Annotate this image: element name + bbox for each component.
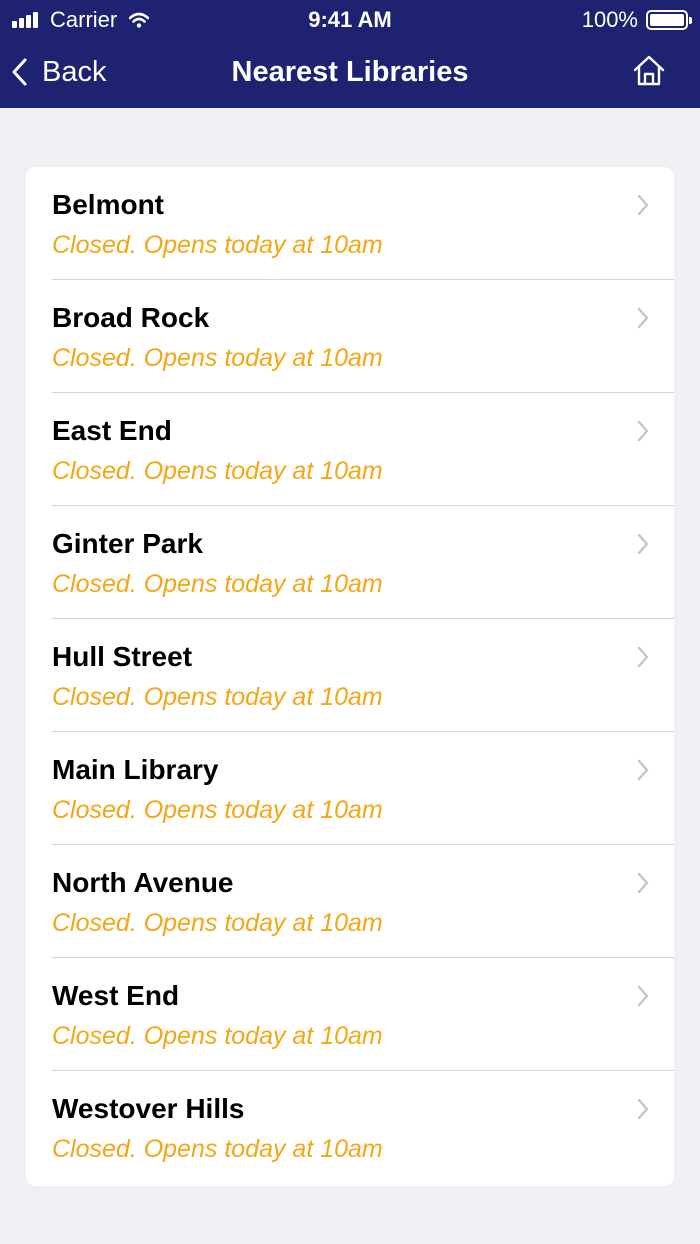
chevron-right-icon	[637, 872, 649, 894]
chevron-right-icon	[637, 985, 649, 1007]
status-right: 100%	[581, 6, 692, 34]
battery-icon	[646, 10, 692, 30]
library-name: West End	[52, 980, 180, 1011]
status-bar: Carrier 9:41 AM 100%	[0, 0, 700, 40]
library-name: Belmont	[52, 189, 164, 220]
chevron-right-icon	[637, 307, 649, 329]
library-name: Ginter Park	[52, 528, 203, 559]
battery-percentage: 100%	[581, 7, 638, 32]
list-item[interactable]: North Avenue Closed. Opens today at 10am	[26, 845, 674, 958]
library-name: Broad Rock	[52, 302, 210, 333]
library-name: East End	[52, 415, 172, 446]
wifi-icon	[129, 12, 150, 28]
library-list: Belmont Closed. Opens today at 10am Broad …	[26, 167, 674, 1186]
library-name: Hull Street	[52, 641, 193, 672]
list-item[interactable]: Belmont Closed. Opens today at 10am	[26, 167, 674, 280]
list-item[interactable]: Hull Street Closed. Opens today at 10am	[26, 619, 674, 732]
chevron-right-icon	[637, 759, 649, 781]
battery-fill	[650, 14, 684, 26]
library-status: Closed. Opens today at 10am	[52, 683, 383, 711]
navigation-bar: Back Nearest Libraries	[0, 40, 700, 108]
chevron-left-icon	[12, 58, 27, 86]
list-item[interactable]: Broad Rock Closed. Opens today at 10am	[26, 280, 674, 393]
library-status: Closed. Opens today at 10am	[52, 231, 383, 259]
chevron-right-icon	[637, 420, 649, 442]
library-name: North Avenue	[52, 867, 234, 898]
page-title: Nearest Libraries	[231, 56, 469, 88]
library-status: Closed. Opens today at 10am	[52, 344, 383, 372]
library-status: Closed. Opens today at 10am	[52, 909, 383, 937]
chevron-right-icon	[637, 533, 649, 555]
chevron-right-icon	[637, 194, 649, 216]
list-item[interactable]: Westover Hills Closed. Opens today at 10a…	[26, 1071, 674, 1184]
back-label: Back	[42, 55, 107, 88]
back-button[interactable]: Back	[10, 40, 106, 104]
library-name: Main Library	[52, 754, 219, 785]
list-item[interactable]: West End Closed. Opens today at 10am	[26, 958, 674, 1071]
list-item[interactable]: Main Library Closed. Opens today at 10am	[26, 732, 674, 845]
list-item[interactable]: Ginter Park Closed. Opens today at 10am	[26, 506, 674, 619]
signal-icon	[12, 12, 40, 28]
library-status: Closed. Opens today at 10am	[52, 457, 383, 485]
chevron-right-icon	[637, 1098, 649, 1120]
library-status: Closed. Opens today at 10am	[52, 1022, 383, 1050]
carrier-label: Carrier	[50, 7, 118, 32]
library-status: Closed. Opens today at 10am	[52, 796, 383, 824]
chevron-right-icon	[637, 646, 649, 668]
library-status: Closed. Opens today at 10am	[52, 1135, 383, 1163]
home-icon[interactable]	[632, 54, 666, 88]
list-item[interactable]: East End Closed. Opens today at 10am	[26, 393, 674, 506]
library-status: Closed. Opens today at 10am	[52, 570, 383, 598]
status-left: Carrier	[12, 6, 150, 34]
library-name: Westover Hills	[52, 1093, 245, 1124]
